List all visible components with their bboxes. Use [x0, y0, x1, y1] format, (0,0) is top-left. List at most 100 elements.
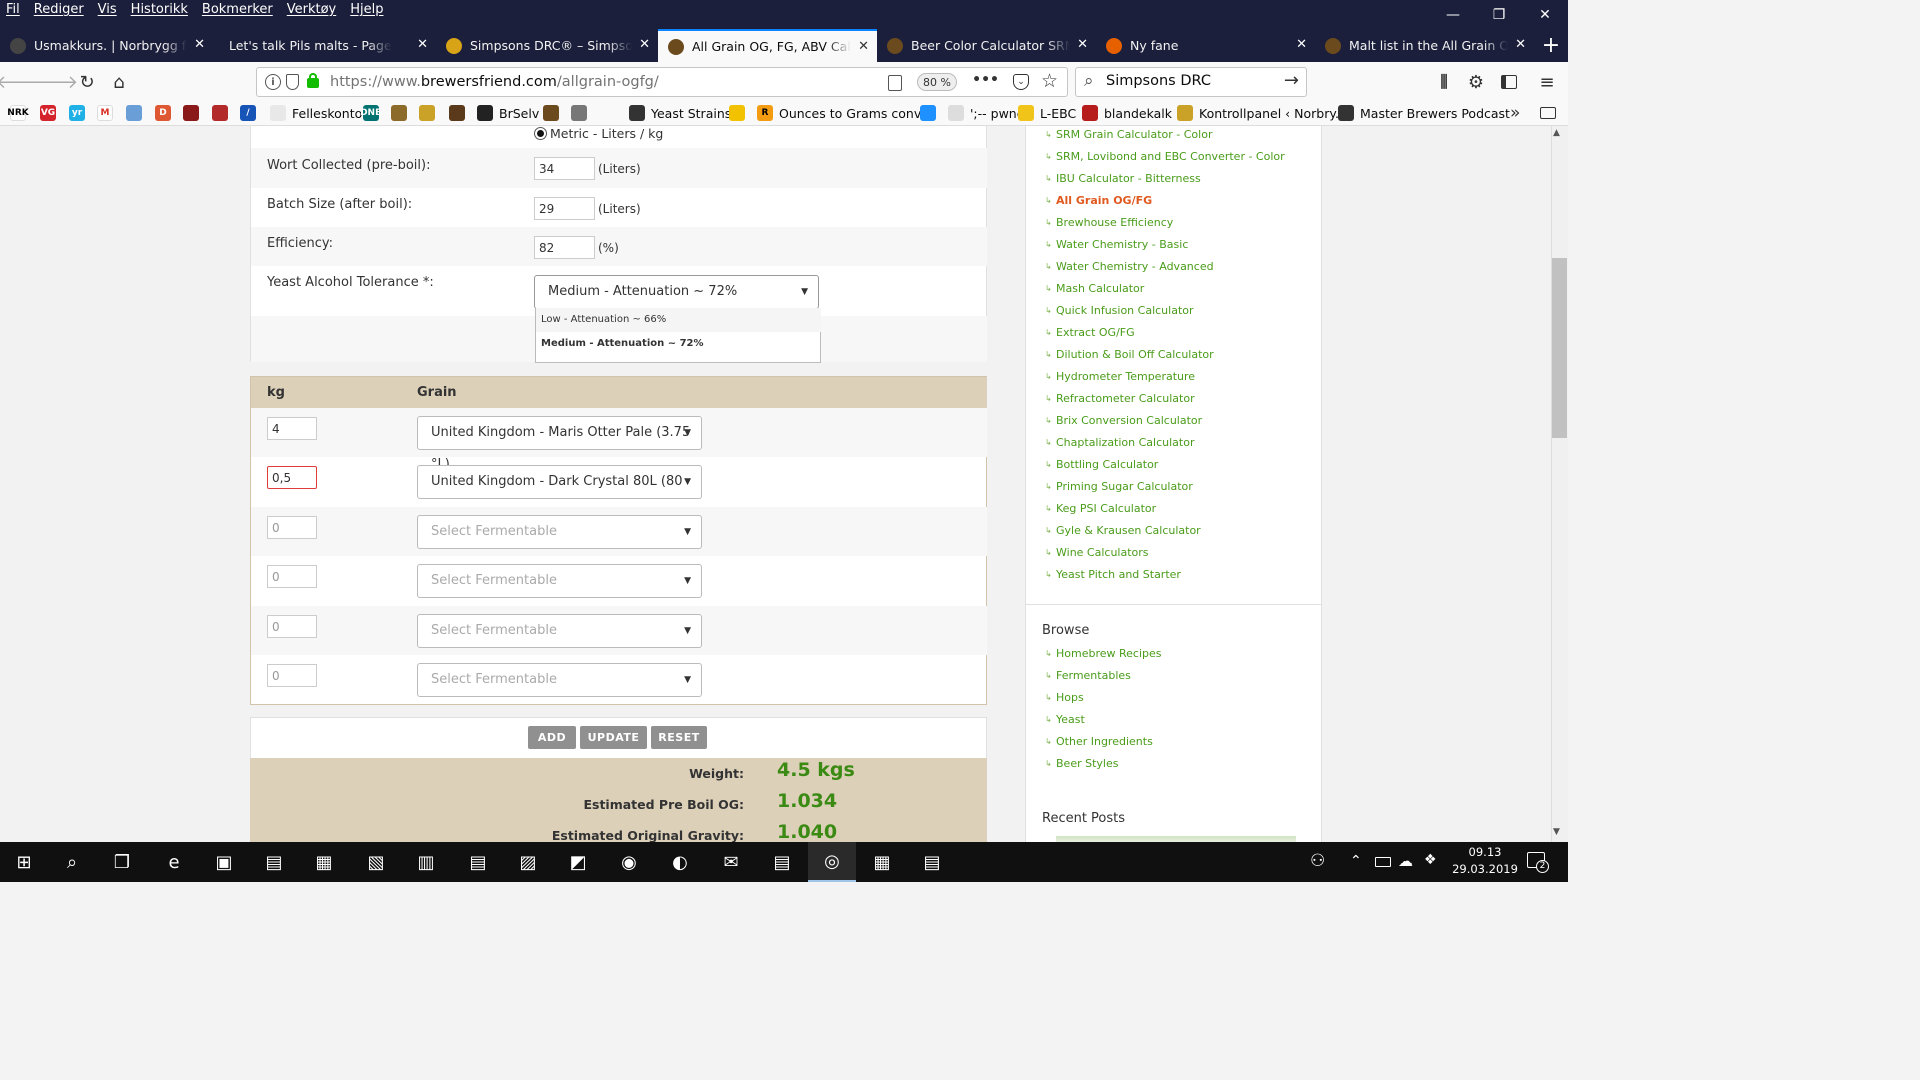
photos-icon[interactable]: ▨ [504, 842, 552, 882]
grain-select[interactable]: United Kingdom - Maris Otter Pale (3.75 … [417, 416, 702, 472]
reset-button[interactable]: RESET [651, 726, 707, 749]
tab-5[interactable]: Beer Color Calculator SRM - EBC ✕ [877, 29, 1096, 62]
tracking-shield-icon[interactable] [286, 74, 299, 90]
sidebar-link[interactable]: SRM Grain Calculator - Color [1056, 128, 1212, 141]
search-icon[interactable]: ⌕ [48, 842, 96, 882]
close-tab-icon[interactable]: ✕ [417, 37, 428, 52]
menu-item[interactable]: Bokmerker [202, 2, 273, 17]
tab-2[interactable]: Let's talk Pils malts - Page 2 - General… [213, 29, 436, 62]
sidebar-link[interactable]: Yeast Pitch and Starter [1056, 568, 1181, 581]
sidebar-link[interactable]: Gyle & Krausen Calculator [1056, 524, 1201, 537]
grain-select[interactable]: United Kingdom - Dark Crystal 80L (80 °L… [417, 465, 702, 521]
bookmark-12[interactable] [391, 105, 413, 121]
sidebar-link[interactable]: Bottling Calculator [1056, 458, 1158, 471]
clock[interactable]: 09.13 29.03.2019 [1448, 844, 1522, 878]
sidebar-link[interactable]: Hydrometer Temperature [1056, 370, 1195, 383]
home-button[interactable]: ⌂ [106, 69, 132, 95]
search-input[interactable] [1106, 73, 1276, 89]
sidebar-link[interactable]: Quick Infusion Calculator [1056, 304, 1194, 317]
sidebar-link[interactable]: Dilution & Boil Off Calculator [1056, 348, 1214, 361]
browse-link[interactable]: Homebrew Recipes [1056, 647, 1162, 660]
bookmark-2[interactable]: VG [40, 105, 62, 121]
tab-3[interactable]: Simpsons DRC® – Simpsons Malt ✕ [436, 29, 658, 62]
thunderbird-icon[interactable]: ◐ [656, 842, 704, 882]
yeast-option-medium[interactable]: Medium - Attenuation ~ 72% [536, 332, 821, 356]
bookmark-26[interactable]: Master Brewers Podcast [1338, 105, 1510, 121]
battery-icon[interactable] [1375, 857, 1391, 867]
efficiency-input[interactable] [534, 236, 595, 259]
tab-4[interactable]: All Grain OG, FG, ABV Calculator ✕ [658, 29, 877, 62]
bookmark-25[interactable]: Kontrollpanel ‹ Norbry... [1177, 105, 1347, 121]
bookmark-11[interactable]: DNB [360, 105, 385, 121]
grain-kg-input[interactable] [267, 565, 317, 588]
browse-link[interactable]: Yeast [1056, 713, 1085, 726]
forward-button[interactable]: 🡒 [30, 69, 78, 95]
bookmark-10[interactable]: Felleskonto [270, 105, 362, 121]
grain-kg-input[interactable] [267, 516, 317, 539]
mail-icon[interactable]: ✉ [707, 842, 755, 882]
tab-6[interactable]: Ny fane ✕ [1096, 29, 1315, 62]
sidebar-link[interactable]: IBU Calculator - Bitterness [1056, 172, 1201, 185]
close-tab-icon[interactable]: ✕ [639, 37, 650, 52]
browse-link[interactable]: Fermentables [1056, 669, 1131, 682]
sidebar-link[interactable]: Refractometer Calculator [1056, 392, 1195, 405]
menu-item[interactable]: Historikk [131, 2, 188, 17]
update-button[interactable]: UPDATE [580, 726, 647, 749]
menu-item[interactable]: Rediger [34, 2, 84, 17]
sidebar-toggle-icon[interactable] [1496, 69, 1522, 95]
calculator-icon[interactable]: ▦ [858, 842, 906, 882]
wort-input[interactable] [534, 157, 595, 180]
sidebar-link[interactable]: Extract OG/FG [1056, 326, 1135, 339]
sidebar-link[interactable]: Water Chemistry - Basic [1056, 238, 1188, 251]
bookmark-20[interactable]: R Ounces to Grams conv... [757, 105, 932, 121]
notepad-icon[interactable]: ▤ [758, 842, 806, 882]
pocket-icon[interactable]: ⌄ [1013, 74, 1029, 90]
bookmark-15[interactable]: BrSelv [477, 105, 539, 121]
sidebar-link[interactable]: Mash Calculator [1056, 282, 1144, 295]
bookmark-5[interactable] [126, 105, 148, 121]
bookmark-21[interactable] [920, 105, 942, 121]
scroll-down-icon[interactable]: ▼ [1553, 827, 1560, 837]
library-icon[interactable]: ⫼ [1431, 69, 1457, 95]
new-tab-button[interactable]: + [1534, 29, 1568, 62]
sidebar-link[interactable]: SRM, Lovibond and EBC Converter - Color [1056, 150, 1285, 163]
browse-link[interactable]: Beer Styles [1056, 757, 1118, 770]
restore-button[interactable]: ❐ [1476, 0, 1522, 29]
people-icon[interactable]: ⚇ [1310, 851, 1325, 871]
task-view-icon[interactable]: ❐ [98, 842, 146, 882]
hamburger-menu-icon[interactable]: ≡ [1534, 69, 1560, 95]
minimize-button[interactable]: — [1430, 0, 1476, 29]
grain-select[interactable]: Select Fermentable ▼ [417, 564, 702, 598]
firefox-icon[interactable]: ◎ [808, 842, 856, 882]
sidebar-link[interactable]: All Grain OG/FG [1056, 194, 1152, 207]
reload-button[interactable]: ↻ [74, 69, 100, 95]
settings-gear-icon[interactable]: ⚙ [1463, 69, 1489, 95]
bookmarks-overflow-button[interactable]: » [1510, 103, 1520, 123]
sidebar-link[interactable]: Chaptalization Calculator [1056, 436, 1194, 449]
grain-select[interactable]: Select Fermentable ▼ [417, 515, 702, 549]
yeast-option-low[interactable]: Low - Attenuation ~ 66% [536, 308, 821, 332]
bookmark-1[interactable]: NRK [7, 105, 32, 121]
bookmark-9[interactable]: / [240, 105, 262, 121]
onedrive-icon[interactable]: ☁ [1398, 852, 1413, 870]
bookmark-16[interactable] [543, 105, 565, 121]
sidebar-link[interactable]: Brewhouse Efficiency [1056, 216, 1173, 229]
app-gray-icon[interactable]: ▧ [352, 842, 400, 882]
page-scrollbar[interactable] [1551, 126, 1568, 842]
info-icon[interactable]: i [265, 74, 281, 90]
tab-7[interactable]: Malt list in the All Grain OG/FG ✕ [1315, 29, 1534, 62]
browse-link[interactable]: Other Ingredients [1056, 735, 1153, 748]
bookmark-6[interactable]: D [155, 105, 177, 121]
bookmark-17[interactable] [571, 105, 593, 121]
reader-view-icon[interactable] [888, 75, 902, 91]
sidebar-link[interactable]: Water Chemistry - Advanced [1056, 260, 1214, 273]
menu-item[interactable]: Vis [98, 2, 117, 17]
app-doc-icon[interactable]: ▤ [908, 842, 956, 882]
sidebar-link[interactable]: Wine Calculators [1056, 546, 1149, 559]
edge-icon[interactable]: e [150, 842, 198, 882]
monitor-icon[interactable]: ▣ [200, 842, 248, 882]
page-actions-icon[interactable]: ••• [972, 72, 999, 88]
close-tab-icon[interactable]: ✕ [1515, 37, 1526, 52]
url-bar[interactable]: i https://www.brewersfriend.com/allgrain… [256, 67, 1068, 97]
start-icon[interactable]: ⊞ [0, 842, 48, 882]
